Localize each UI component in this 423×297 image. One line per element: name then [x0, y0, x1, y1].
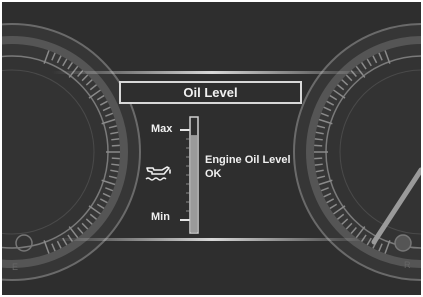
left-gauge: E [2, 23, 141, 281]
bottom-glow-divider [52, 238, 372, 241]
oil-can-icon [145, 166, 171, 181]
background-gauges: E R [2, 23, 421, 281]
svg-text:E: E [12, 262, 18, 272]
status-line-1: Engine Oil Level [205, 154, 291, 166]
top-glow-divider [52, 71, 372, 74]
right-gauge: R [293, 23, 421, 281]
right-gauge-fuel-icon [394, 234, 412, 252]
oil-level-title: Oil Level [119, 81, 302, 104]
gauge-tick [111, 163, 120, 166]
oil-level-title-text: Oil Level [183, 85, 238, 100]
svg-text:R: R [404, 260, 411, 270]
oil-level-bar-fill [191, 135, 197, 232]
gauge-tick [314, 163, 323, 166]
instrument-cluster-display: E R Oil Level Max Min Engine Oil Level O… [2, 2, 421, 295]
status-line-2: OK [205, 168, 222, 180]
gauge-tick [111, 138, 120, 141]
status-message: Engine Oil Level OK [205, 153, 291, 181]
gauge-tick [314, 138, 323, 141]
